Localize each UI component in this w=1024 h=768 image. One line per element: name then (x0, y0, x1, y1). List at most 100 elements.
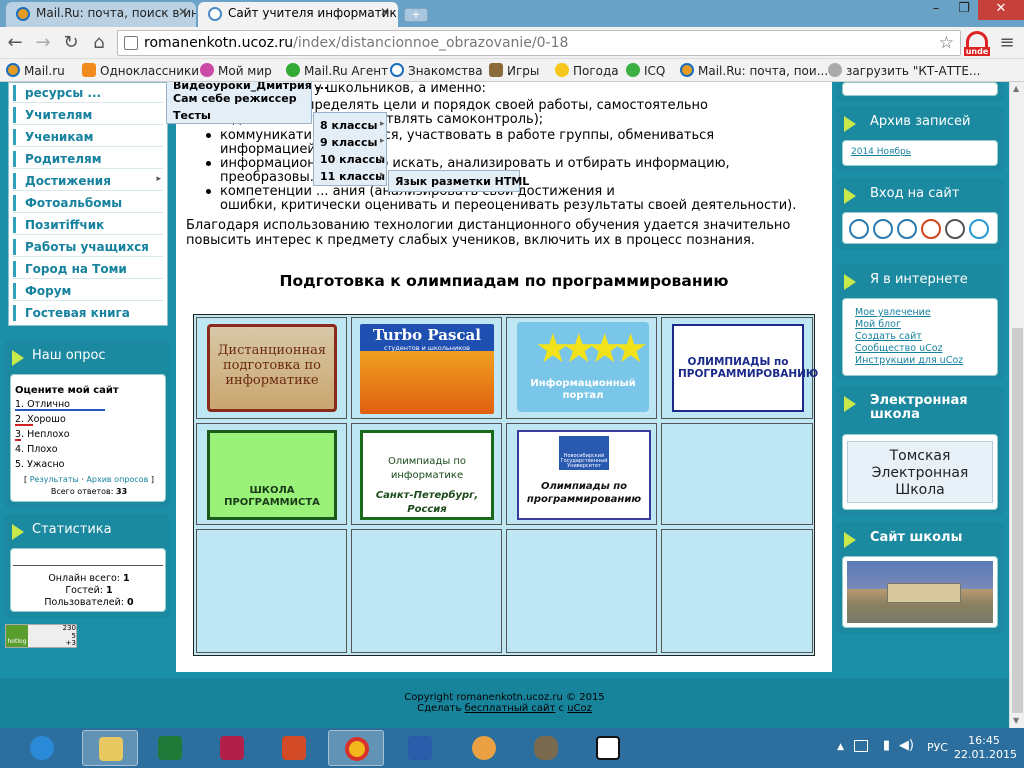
taskbar-word[interactable] (392, 730, 448, 766)
bookmark-item[interactable]: Игры (489, 63, 539, 78)
nav-item-positive[interactable]: Позитiffчик (13, 215, 163, 235)
olympiad-programming-banner[interactable]: ОЛИМПИАДЫ по ПРОГРАММИРОВАНИЮ (672, 324, 818, 412)
poll-option[interactable]: 3. Неплохо (15, 427, 70, 442)
scroll-thumb[interactable] (1012, 328, 1023, 713)
close-tab-icon[interactable]: ✕ (178, 5, 188, 19)
scroll-down-icon[interactable]: ▼ (1013, 716, 1019, 725)
home-icon[interactable]: ⌂ (88, 32, 110, 54)
turbo-pascal-sub: студентов и школьников (384, 344, 470, 352)
restore-icon[interactable]: ❐ (950, 0, 978, 20)
results-link[interactable]: Результаты (30, 475, 79, 484)
address-bar[interactable]: romanenkotn.ucoz.ru/index/distancionnoe_… (117, 30, 961, 56)
at-icon (390, 63, 404, 77)
bookmark-item[interactable]: Mail.ru (6, 63, 65, 78)
gimp-icon (534, 736, 558, 760)
bookmark-item[interactable]: Mail.Ru Агент (286, 63, 388, 78)
bookmark-item[interactable]: Мой мир (200, 63, 272, 78)
link-hobby[interactable]: Мое увлечение (855, 307, 931, 318)
bookmark-item[interactable]: Одноклассники (82, 63, 199, 78)
spb-olympiad-banner[interactable]: Олимпиады по информатике Санкт-Петербург… (360, 430, 494, 520)
taskbar-chrome[interactable] (328, 730, 384, 766)
close-window-icon[interactable]: ✕ (978, 0, 1024, 20)
link-ucoz-community[interactable]: Сообщество uCoz (855, 343, 943, 354)
taskbar-gimp[interactable] (518, 730, 574, 766)
language-indicator[interactable]: РУС (927, 741, 948, 754)
nav-item-students[interactable]: Ученикам (13, 127, 163, 147)
browser-menu-icon[interactable]: ≡ (996, 32, 1018, 53)
bookmark-item[interactable]: ICQ (626, 63, 665, 78)
social-login-icon[interactable] (849, 219, 869, 239)
menu-item-grade-10[interactable]: 10 классы ▸ (320, 153, 385, 166)
extension-unde-icon[interactable]: unde (964, 31, 990, 57)
link-blog[interactable]: Мой блог (855, 319, 901, 330)
info-portal-banner[interactable]: ★★★★ Информационный портал (517, 322, 649, 412)
taskbar-7zip[interactable] (580, 730, 636, 766)
volume-icon[interactable]: ◀) (899, 738, 914, 753)
nav-item-city[interactable]: Город на Томи (13, 259, 163, 279)
menu-item-grade-9[interactable]: 9 классы ▸ (320, 136, 385, 149)
link-ucoz-instructions[interactable]: Инструкции для uCoz (855, 355, 963, 366)
nav-item-achievements[interactable]: Достижения ▸ (13, 171, 163, 191)
reload-icon[interactable]: ↻ (60, 32, 82, 54)
nav-item-resources[interactable]: ресурсы ... (13, 83, 163, 103)
bookmark-item[interactable]: Погода (555, 63, 619, 78)
taskbar-publisher[interactable] (204, 730, 260, 766)
taskbar-powerpoint[interactable] (266, 730, 322, 766)
tab-mailru[interactable]: Mail.Ru: почта, поиск в ин ✕ (6, 2, 196, 27)
tab-title: Mail.Ru: почта, поиск в ин (36, 6, 196, 20)
minimize-icon[interactable]: – (922, 0, 950, 20)
taskbar-excel[interactable] (142, 730, 198, 766)
close-tab-icon[interactable]: ✕ (380, 5, 390, 19)
menu-item-html[interactable]: Язык разметки HTML (395, 175, 529, 188)
clock[interactable]: 16:45 22.01.2015 (954, 734, 1017, 762)
vk-login-icon[interactable] (873, 219, 893, 239)
tab-teacher-site[interactable]: Сайт учителя информатик ✕ (198, 2, 398, 27)
menu-item-director[interactable]: Сам себе режиссер (173, 92, 297, 105)
ok-login-icon[interactable] (921, 219, 941, 239)
nav-item-forum[interactable]: Форум (13, 281, 163, 301)
menu-item-grade-11[interactable]: 11 классы ▸ (320, 170, 385, 183)
back-icon[interactable]: ← (4, 32, 26, 54)
taskbar-paint[interactable] (456, 730, 512, 766)
nav-item-student-works[interactable]: Работы учащихся (13, 237, 163, 257)
taskbar-ie[interactable] (14, 730, 70, 766)
tomsk-eschool-banner[interactable]: Томская Электронная Школа (847, 441, 993, 503)
poll-option[interactable]: 5. Ужасно (15, 457, 70, 472)
bookmark-item[interactable]: загрузить "КТ-АТТЕ... (828, 63, 980, 78)
action-center-icon[interactable] (854, 740, 868, 752)
icq-icon (626, 63, 640, 77)
turbo-pascal-banner[interactable]: Turbo Pascal студентов и школьников (360, 324, 494, 414)
poll-option[interactable]: 4. Плохо (15, 442, 70, 457)
nav-item-parents[interactable]: Родителям (13, 149, 163, 169)
hotlog-counter[interactable]: hotlog 230 5 +3 (5, 624, 77, 648)
menu-item-video[interactable]: Видеоуроки_Дмитрия ... (173, 82, 328, 92)
site-menu: ресурсы ... Учителям Ученикам Родителям … (8, 82, 168, 326)
archive-link[interactable]: 2014 Ноябрь (851, 147, 911, 157)
nsu-olympiad-banner[interactable]: Новосибирский Государственный Университе… (517, 430, 651, 520)
programmer-school-banner[interactable]: ШКОЛА ПРОГРАММИСТА (207, 430, 337, 520)
ucoz-link[interactable]: uCoz (567, 703, 592, 714)
menu-item-tests[interactable]: Тесты (173, 109, 211, 122)
scroll-up-icon[interactable]: ▲ (1013, 84, 1019, 93)
distance-prep-banner[interactable]: Дистанционная подготовка по информатике (207, 324, 337, 412)
nav-item-guestbook[interactable]: Гостевая книга (13, 303, 163, 323)
new-tab-button[interactable]: + (404, 8, 428, 22)
mail-login-icon[interactable] (969, 219, 989, 239)
menu-item-grade-8[interactable]: 8 классы ▸ (320, 119, 385, 132)
facebook-login-icon[interactable] (897, 219, 917, 239)
archive-polls-link[interactable]: Архив опросов (86, 475, 148, 484)
tray-expand-icon[interactable]: ▲ (837, 742, 844, 752)
bookmark-star-icon[interactable]: ☆ (939, 33, 954, 53)
bookmark-item[interactable]: Знакомства (390, 63, 483, 78)
school-photo[interactable] (847, 561, 993, 623)
taskbar-explorer[interactable] (82, 730, 138, 766)
bookmark-item[interactable]: Mail.Ru: почта, пои... (680, 63, 828, 78)
forward-icon[interactable]: → (32, 32, 54, 54)
free-site-link[interactable]: бесплатный сайт (465, 703, 556, 714)
google-login-icon[interactable] (945, 219, 965, 239)
network-icon[interactable]: ▮ (883, 738, 890, 753)
page-scrollbar[interactable]: ▲ ▼ (1009, 82, 1024, 728)
nav-item-photos[interactable]: Фотоальбомы (13, 193, 163, 213)
link-create-site[interactable]: Создать сайт (855, 331, 922, 342)
nav-item-teachers[interactable]: Учителям (13, 105, 163, 125)
